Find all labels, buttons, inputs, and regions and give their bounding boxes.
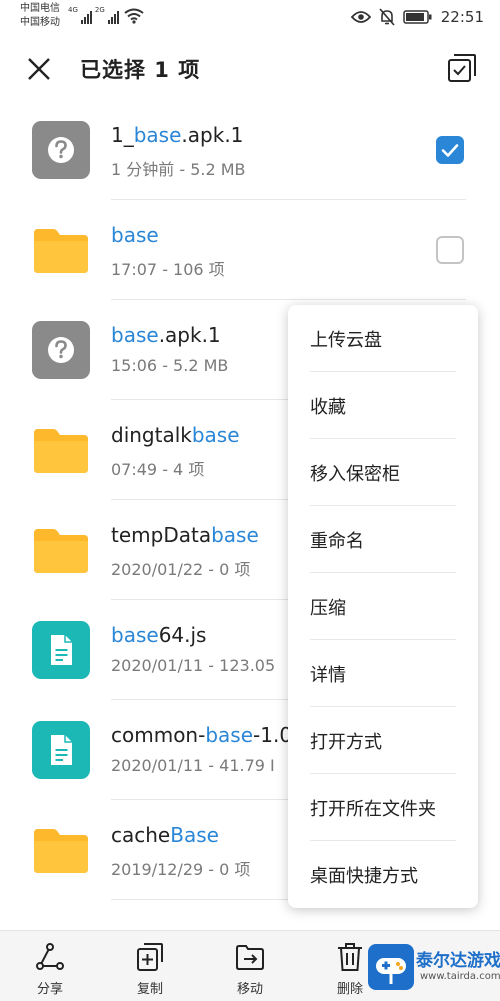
- share-button[interactable]: 分享: [10, 931, 90, 1001]
- file-name: 1_base.apk.1: [111, 123, 243, 147]
- page-title: 已选择 1 项: [80, 58, 201, 82]
- file-name-match: base: [205, 723, 254, 747]
- close-icon[interactable]: [22, 52, 56, 86]
- wifi-icon: [124, 8, 144, 24]
- menu-item-label: 移入保密柜: [310, 464, 400, 485]
- menu-item[interactable]: 打开所在文件夹: [288, 774, 478, 841]
- watermark-badge: [368, 944, 414, 990]
- file-name: base.apk.1: [111, 323, 221, 347]
- file-row[interactable]: 1_base.apk.1 1 分钟前 - 5.2 MB: [0, 100, 500, 200]
- menu-item[interactable]: 压缩: [288, 573, 478, 640]
- file-meta: 2020/01/11 - 41.79 I: [111, 756, 275, 775]
- file-name: common-base-1.0: [111, 723, 292, 747]
- app-bar: 已选择 1 项: [0, 34, 500, 102]
- folder-icon: [32, 421, 90, 479]
- menu-item-label: 上传云盘: [310, 330, 382, 351]
- menu-item-label: 收藏: [310, 397, 346, 418]
- status-icons: 22:51: [350, 6, 484, 28]
- bottom-bar-label: 分享: [36, 982, 63, 997]
- file-name-part: common-: [111, 723, 206, 747]
- eye-icon: [350, 11, 371, 23]
- file-meta: 07:49 - 4 项: [111, 460, 205, 479]
- file-name-part: 64.js: [158, 623, 207, 647]
- file-name-part: dingtalk: [111, 423, 192, 447]
- file-meta: 2020/01/11 - 123.05: [111, 656, 276, 675]
- document-icon: [32, 621, 90, 679]
- file-row[interactable]: base 17:07 - 106 项: [0, 200, 500, 300]
- file-name-part: tempData: [111, 523, 212, 547]
- file-name-part: -1.0: [253, 723, 293, 747]
- watermark-text: 泰尔达游戏网: [416, 951, 500, 971]
- folder-icon: [32, 821, 90, 879]
- file-meta: 2019/12/29 - 0 项: [111, 860, 251, 879]
- share-icon: [34, 941, 66, 973]
- folder-icon: [32, 521, 90, 579]
- file-meta: 15:06 - 5.2 MB: [111, 356, 229, 375]
- delete-icon: [334, 941, 366, 973]
- file-name-part: 1_: [111, 123, 134, 147]
- unknown-file-icon: [32, 121, 90, 179]
- copy-button[interactable]: 复制: [110, 931, 190, 1001]
- menu-item-label: 打开所在文件夹: [310, 799, 436, 820]
- bottom-bar-label: 移动: [236, 982, 263, 997]
- file-name-part: cache: [111, 823, 171, 847]
- carrier-2: 中国移动: [20, 17, 60, 28]
- file-meta: 17:07 - 106 项: [111, 260, 225, 279]
- signal-icon-2: [107, 10, 119, 24]
- watermark-logo: 泰尔达游戏网 www.tairda.com: [368, 942, 500, 1000]
- checkbox-unchecked[interactable]: [436, 236, 464, 264]
- bell-off-icon: [379, 8, 395, 26]
- battery-icon: [403, 10, 432, 24]
- clock: 22:51: [440, 8, 484, 26]
- file-name-part: .apk.1: [158, 323, 221, 347]
- gamepad-icon: [376, 958, 406, 984]
- carrier-1: 中国电信: [20, 3, 60, 14]
- file-name: cacheBase: [111, 823, 219, 847]
- watermark-url: www.tairda.com: [420, 971, 500, 982]
- file-name: dingtalkbase: [111, 423, 240, 447]
- file-name-match: Base: [170, 823, 219, 847]
- file-name-match: base: [211, 523, 259, 547]
- file-name-match: base: [111, 223, 159, 247]
- move-button[interactable]: 移动: [210, 931, 290, 1001]
- menu-item[interactable]: 移入保密柜: [288, 439, 478, 506]
- file-name-part: .apk.1: [181, 123, 244, 147]
- copy-icon: [134, 941, 166, 973]
- menu-item[interactable]: 桌面快捷方式: [288, 841, 478, 908]
- menu-item-label: 重命名: [310, 531, 364, 552]
- menu-item-label: 打开方式: [310, 732, 382, 753]
- menu-item[interactable]: 上传云盘: [288, 305, 478, 372]
- unknown-file-icon: [32, 321, 90, 379]
- document-icon: [32, 721, 90, 779]
- file-name: base64.js: [111, 623, 206, 647]
- menu-item[interactable]: 打开方式: [288, 707, 478, 774]
- file-name-match: base: [111, 623, 159, 647]
- file-name-match: base: [111, 323, 159, 347]
- signal-group: 4G 2G: [68, 6, 119, 24]
- menu-item-label: 压缩: [310, 598, 346, 619]
- checkbox-checked[interactable]: [436, 136, 464, 164]
- file-meta: 1 分钟前 - 5.2 MB: [111, 160, 246, 179]
- folder-icon: [32, 221, 90, 279]
- file-meta: 2020/01/22 - 0 项: [111, 560, 251, 579]
- checkmark-icon: [441, 144, 459, 157]
- file-name-match: base: [191, 423, 240, 447]
- file-name: base: [111, 223, 159, 247]
- network-type-1: 4G: [68, 6, 78, 14]
- menu-item-label: 详情: [310, 665, 346, 686]
- status-bar: 中国电信 中国移动 4G 2G 22:51: [0, 0, 500, 34]
- menu-item[interactable]: 收藏: [288, 372, 478, 439]
- file-name-match: base: [133, 123, 182, 147]
- signal-icon-1: [80, 10, 92, 24]
- move-icon: [234, 941, 266, 973]
- context-menu: 上传云盘收藏移入保密柜重命名压缩详情打开方式打开所在文件夹 桌面快捷方式: [288, 305, 478, 908]
- network-type-2: 2G: [94, 6, 105, 14]
- menu-item[interactable]: 重命名: [288, 506, 478, 573]
- select-all-icon[interactable]: [446, 52, 478, 84]
- file-name: tempDatabase: [111, 523, 259, 547]
- menu-item[interactable]: 详情: [288, 640, 478, 707]
- menu-item-label: 桌面快捷方式: [310, 866, 418, 887]
- bottom-bar-label: 复制: [136, 982, 163, 997]
